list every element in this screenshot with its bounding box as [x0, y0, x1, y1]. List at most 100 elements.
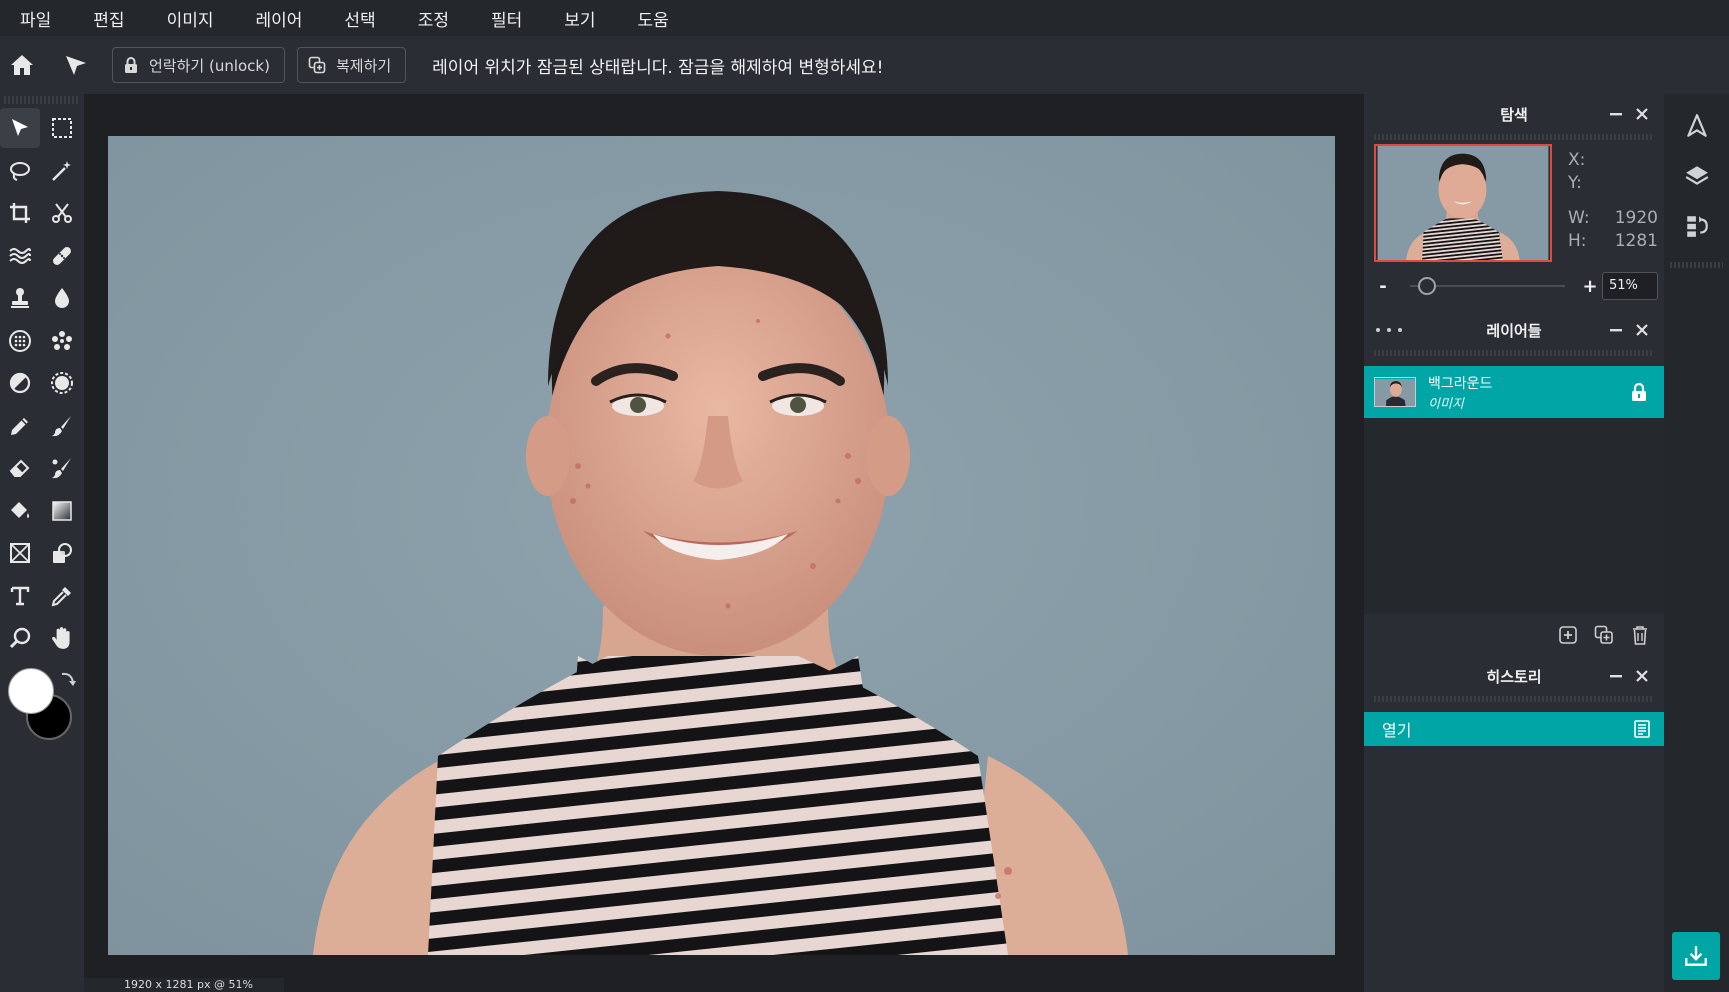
x-label: X: — [1568, 150, 1586, 170]
menu-filter[interactable]: 필터 — [485, 2, 528, 35]
eyedropper-icon[interactable] — [42, 576, 82, 616]
layer-thumbnail — [1374, 377, 1416, 407]
side-icon-strip — [1664, 94, 1729, 992]
delete-layer-icon[interactable] — [1628, 623, 1652, 647]
options-bar: 언락하기 (unlock) 복제하기 레이어 위치가 잠금된 상태랍니다. 잠금… — [0, 36, 1729, 94]
history-item-label: 열기 — [1382, 721, 1412, 740]
close-icon[interactable] — [1632, 320, 1652, 340]
gradient-icon[interactable] — [42, 491, 82, 531]
canvas-workspace: 1920 x 1281 px @ 51% — [84, 94, 1364, 992]
export-button[interactable] — [1672, 932, 1720, 980]
layer-item[interactable]: 백그라운드 이미지 — [1364, 366, 1664, 418]
sharpen-icon[interactable] — [42, 363, 82, 403]
text-tool-icon[interactable] — [0, 576, 40, 616]
canvas-status-bar: 1920 x 1281 px @ 51% — [84, 978, 284, 992]
zoom-slider-handle[interactable] — [1418, 277, 1436, 295]
home-icon[interactable] — [0, 43, 44, 87]
liquify-icon[interactable] — [0, 236, 40, 276]
minimize-icon[interactable] — [1606, 104, 1626, 124]
zoom-slider[interactable] — [1410, 277, 1565, 295]
navigator-title: 탐색 — [1500, 105, 1528, 124]
canvas-status-text: 1920 x 1281 px @ 51% — [124, 978, 253, 991]
layers-header: 레이어들 — [1364, 310, 1664, 350]
history-item[interactable]: 열기 — [1364, 712, 1664, 746]
crop-icon[interactable] — [0, 193, 40, 233]
zoom-in-button[interactable]: + — [1581, 276, 1599, 297]
layer-lock-icon[interactable] — [1630, 382, 1648, 402]
pencil-icon[interactable] — [0, 406, 40, 446]
right-panels: 탐색 X: Y: W: 1920 H: 1281 - + 51% 레이어들 백그… — [1364, 94, 1664, 992]
menu-bar: 파일 편집 이미지 레이어 선택 조정 필터 보기 도움 — [0, 0, 1729, 36]
navigator-body: X: Y: W: 1920 H: 1281 — [1364, 140, 1664, 268]
menu-help[interactable]: 도움 — [632, 2, 675, 35]
navigator-toggle-icon[interactable] — [1677, 106, 1717, 146]
photo-editor-app: 파일 편집 이미지 레이어 선택 조정 필터 보기 도움 언락하기 (unloc… — [0, 0, 1729, 992]
scissors-icon[interactable] — [42, 193, 82, 233]
clone-stamp-icon[interactable] — [0, 278, 40, 318]
minimize-icon[interactable] — [1606, 320, 1626, 340]
foreground-color-swatch[interactable] — [8, 668, 54, 714]
layers-grip[interactable] — [1374, 350, 1654, 356]
healing-bandage-icon[interactable] — [42, 236, 82, 276]
height-label: H: — [1568, 231, 1587, 251]
layers-toggle-icon[interactable] — [1677, 156, 1717, 196]
document-icon — [1634, 720, 1650, 738]
menu-select[interactable]: 선택 — [338, 2, 381, 35]
blur-drop-icon[interactable] — [42, 278, 82, 318]
add-layer-icon[interactable] — [1556, 623, 1580, 647]
toolbar-grip[interactable] — [4, 96, 80, 104]
history-grip[interactable] — [1374, 696, 1654, 702]
brush-icon[interactable] — [42, 406, 82, 446]
image-canvas[interactable] — [108, 136, 1335, 955]
sponge-icon[interactable] — [0, 321, 40, 361]
minimize-icon[interactable] — [1606, 666, 1626, 686]
paint-bucket-icon[interactable] — [0, 491, 40, 531]
zoom-out-button[interactable]: - — [1374, 276, 1392, 297]
close-icon[interactable] — [1632, 104, 1652, 124]
layers-list-area — [1364, 418, 1664, 614]
tools-panel — [0, 94, 84, 992]
layer-text: 백그라운드 이미지 — [1428, 373, 1492, 412]
move-tool-icon[interactable] — [0, 108, 40, 148]
close-icon[interactable] — [1632, 666, 1652, 686]
duplicate-layer-icon[interactable] — [1592, 623, 1616, 647]
menu-layer[interactable]: 레이어 — [249, 2, 308, 35]
lasso-icon[interactable] — [0, 151, 40, 191]
canvas-vertical-scrollbar[interactable] — [1344, 94, 1364, 992]
zoom-tool-icon[interactable] — [0, 618, 40, 658]
zoom-value-input[interactable]: 51% — [1602, 272, 1658, 300]
layers-panel: 레이어들 백그라운드 이미지 — [1364, 310, 1664, 656]
zoom-control: - + 51% — [1364, 268, 1664, 304]
menu-edit[interactable]: 편집 — [87, 2, 130, 35]
color-swatches — [6, 668, 76, 748]
frame-icon[interactable] — [0, 533, 40, 573]
dodge-burn-icon[interactable] — [0, 363, 40, 403]
more-options-icon[interactable] — [1376, 320, 1402, 340]
color-replace-icon[interactable] — [42, 448, 82, 488]
move-cursor-icon[interactable] — [54, 43, 98, 87]
shape-icon[interactable] — [42, 533, 82, 573]
menu-file[interactable]: 파일 — [14, 2, 57, 35]
swap-colors-icon[interactable] — [58, 670, 78, 690]
duplicate-label: 복제하기 — [335, 56, 392, 75]
menu-view[interactable]: 보기 — [558, 2, 601, 35]
magic-wand-icon[interactable] — [42, 151, 82, 191]
history-header: 히스토리 — [1364, 656, 1664, 696]
menu-image[interactable]: 이미지 — [161, 2, 220, 35]
menu-adjust[interactable]: 조정 — [412, 2, 455, 35]
hand-tool-icon[interactable] — [42, 618, 82, 658]
navigator-thumbnail[interactable] — [1374, 144, 1552, 262]
side-strip-grip[interactable] — [1670, 262, 1723, 268]
lock-status-message: 레이어 위치가 잠금된 상태랍니다. 잠금을 해제하여 변형하세요! — [432, 57, 884, 78]
marquee-select-icon[interactable] — [42, 108, 82, 148]
height-value: 1281 — [1614, 231, 1658, 251]
duplicate-button[interactable]: 복제하기 — [296, 47, 407, 83]
width-value: 1920 — [1614, 208, 1658, 228]
history-toggle-icon[interactable] — [1677, 206, 1717, 246]
particle-brush-icon[interactable] — [42, 321, 82, 361]
eraser-icon[interactable] — [0, 448, 40, 488]
layers-footer — [1364, 614, 1664, 656]
layer-name: 백그라운드 — [1428, 375, 1493, 392]
unlock-button[interactable]: 언락하기 (unlock) — [112, 47, 285, 83]
width-label: W: — [1568, 208, 1590, 228]
